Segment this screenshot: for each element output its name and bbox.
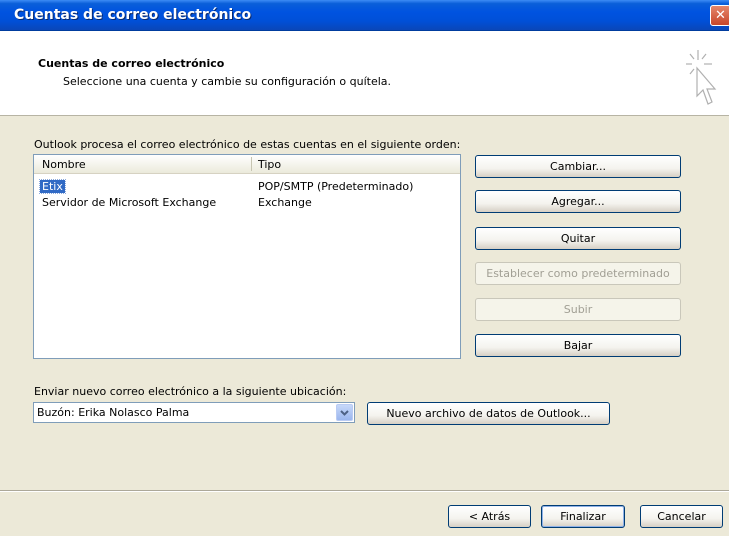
close-button[interactable]: ✕ xyxy=(710,5,729,26)
wizard-cursor-icon xyxy=(686,50,717,105)
column-divider[interactable] xyxy=(251,157,252,171)
column-header-name[interactable]: Nombre xyxy=(42,158,86,171)
account-row-exchange[interactable]: Servidor de Microsoft Exchange Exchange xyxy=(34,196,460,210)
footer-separator xyxy=(0,490,729,492)
add-button[interactable]: Agregar... xyxy=(475,190,681,213)
list-header: Nombre Tipo xyxy=(34,155,460,174)
accounts-intro: Outlook procesa el correo electrónico de… xyxy=(34,138,461,151)
back-button[interactable]: < Atrás xyxy=(448,505,531,528)
set-default-button[interactable]: Establecer como predeterminado xyxy=(475,262,681,285)
dropdown-button[interactable] xyxy=(336,404,353,421)
move-up-button[interactable]: Subir xyxy=(475,298,681,321)
column-header-type[interactable]: Tipo xyxy=(258,158,281,171)
account-name: Servidor de Microsoft Exchange xyxy=(42,196,217,209)
chevron-down-icon xyxy=(340,410,349,416)
window-title: Cuentas de correo electrónico xyxy=(14,7,252,23)
header-subtitle: Seleccione una cuenta y cambie su config… xyxy=(63,75,392,88)
cancel-button[interactable]: Cancelar xyxy=(640,505,723,528)
delivery-location-select[interactable]: Buzón: Erika Nolasco Palma xyxy=(33,402,355,423)
account-type: Exchange xyxy=(258,196,312,209)
header-title: Cuentas de correo electrónico xyxy=(38,57,225,70)
account-name: Etix xyxy=(39,179,66,194)
account-row-etix[interactable]: Etix POP/SMTP (Predeterminado) xyxy=(34,179,460,194)
change-button[interactable]: Cambiar... xyxy=(475,155,681,178)
accounts-list[interactable]: Nombre Tipo Etix POP/SMTP (Predeterminad… xyxy=(33,154,461,359)
new-datafile-button[interactable]: Nuevo archivo de datos de Outlook... xyxy=(367,402,610,425)
move-down-button[interactable]: Bajar xyxy=(475,334,681,357)
close-icon: ✕ xyxy=(715,8,726,23)
delivery-location-value: Buzón: Erika Nolasco Palma xyxy=(37,406,190,419)
remove-button[interactable]: Quitar xyxy=(475,227,681,250)
account-type: POP/SMTP (Predeterminado) xyxy=(258,180,414,193)
wizard-header: Cuentas de correo electrónico Seleccione… xyxy=(0,31,729,116)
delivery-label: Enviar nuevo correo electrónico a la sig… xyxy=(34,385,347,398)
finish-button[interactable]: Finalizar xyxy=(541,505,625,528)
title-bar[interactable]: Cuentas de correo electrónico ✕ xyxy=(0,0,729,31)
